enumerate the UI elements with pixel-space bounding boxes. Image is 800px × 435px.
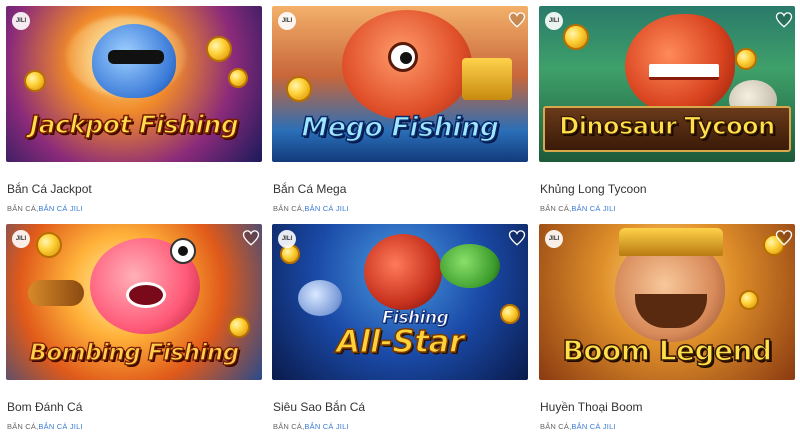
game-categories: BẮN CÁ,BẮN CÁ JILI [7,422,83,431]
category-link-ban-ca[interactable]: BẮN CÁ [540,204,569,213]
category-link-ban-ca[interactable]: BẮN CÁ [540,422,569,431]
provider-badge: JILI [12,12,30,30]
monster-illustration [364,234,442,310]
game-grid: Jackpot Fishing JILI Bắn Cá Jackpot BẮN … [0,0,800,435]
heart-outline-icon[interactable] [508,229,526,247]
gold-coin-icon [36,232,62,258]
game-logo-text: All-Star [336,323,465,361]
heart-outline-icon[interactable] [242,229,260,247]
game-logo-text: Mego Fishing [301,111,500,144]
game-categories: BẮN CÁ,BẮN CÁ JILI [273,422,349,431]
game-title[interactable]: Siêu Sao Bắn Cá [273,400,365,414]
game-logo-text: Bombing Fishing [29,339,240,366]
category-link-ban-ca-jili[interactable]: BẮN CÁ JILI [38,204,82,213]
game-logo-text: Dinosaur Tycoon [559,111,776,140]
game-title[interactable]: Bắn Cá Jackpot [7,182,92,196]
gold-coin-icon [563,24,589,50]
category-link-ban-ca-jili[interactable]: BẮN CÁ JILI [571,422,615,431]
game-categories: BẮN CÁ,BẮN CÁ JILI [7,204,83,213]
game-title[interactable]: Huyền Thoại Boom [540,400,643,414]
game-title[interactable]: Khủng Long Tycoon [540,182,647,196]
game-card-jackpot-fishing[interactable]: Jackpot Fishing JILI Bắn Cá Jackpot BẮN … [6,6,262,213]
gold-coin-icon [228,316,250,338]
game-card-bombing-fishing[interactable]: Bombing Fishing JILI Bom Đánh Cá BẮN CÁ,… [6,224,262,431]
game-categories: BẮN CÁ,BẮN CÁ JILI [540,422,616,431]
game-thumbnail[interactable]: Dinosaur Tycoon JILI [539,6,795,162]
gold-coin-icon [286,76,312,102]
game-thumbnail[interactable]: Jackpot Fishing JILI [6,6,262,162]
crocodile-illustration [440,244,500,288]
game-categories: BẮN CÁ,BẮN CÁ JILI [540,204,616,213]
game-logo-text: Jackpot Fishing [29,109,239,140]
game-thumbnail[interactable]: Boom Legend JILI [539,224,795,380]
game-title[interactable]: Bom Đánh Cá [7,400,82,414]
category-link-ban-ca[interactable]: BẮN CÁ [273,422,302,431]
game-thumbnail[interactable]: Bombing Fishing JILI [6,224,262,380]
category-link-ban-ca-jili[interactable]: BẮN CÁ JILI [304,422,348,431]
category-link-ban-ca[interactable]: BẮN CÁ [273,204,302,213]
provider-badge: JILI [545,230,563,248]
gold-coin-icon [228,68,248,88]
game-thumbnail[interactable]: Mego Fishing JILI [272,6,528,162]
game-thumbnail[interactable]: Fishing All-Star JILI [272,224,528,380]
category-link-ban-ca[interactable]: BẮN CÁ [7,204,36,213]
heart-outline-icon[interactable] [775,229,793,247]
provider-badge: JILI [12,230,30,248]
game-card-all-star-fishing[interactable]: Fishing All-Star JILI Siêu Sao Bắn Cá BẮ… [272,224,528,431]
category-link-ban-ca-jili[interactable]: BẮN CÁ JILI [38,422,82,431]
game-card-dinosaur-tycoon[interactable]: Dinosaur Tycoon JILI Khủng Long Tycoon B… [539,6,795,213]
shark-illustration [298,280,342,316]
gold-coin-icon [739,290,759,310]
provider-badge: JILI [545,12,563,30]
gold-coin-icon [500,304,520,324]
game-categories: BẮN CÁ,BẮN CÁ JILI [273,204,349,213]
category-link-ban-ca-jili[interactable]: BẮN CÁ JILI [304,204,348,213]
game-card-mego-fishing[interactable]: Mego Fishing JILI Bắn Cá Mega BẮN CÁ,BẮN… [272,6,528,213]
game-logo-text: Boom Legend [562,333,773,368]
heart-outline-icon[interactable] [775,11,793,29]
provider-badge: JILI [278,12,296,30]
category-link-ban-ca-jili[interactable]: BẮN CÁ JILI [571,204,615,213]
gold-coin-icon [206,36,232,62]
gold-coin-icon [735,48,757,70]
heart-outline-icon[interactable] [508,11,526,29]
provider-badge: JILI [278,230,296,248]
category-link-ban-ca[interactable]: BẮN CÁ [7,422,36,431]
game-card-boom-legend[interactable]: Boom Legend JILI Huyền Thoại Boom BẮN CÁ… [539,224,795,431]
game-title[interactable]: Bắn Cá Mega [273,182,346,196]
gold-coin-icon [24,70,46,92]
